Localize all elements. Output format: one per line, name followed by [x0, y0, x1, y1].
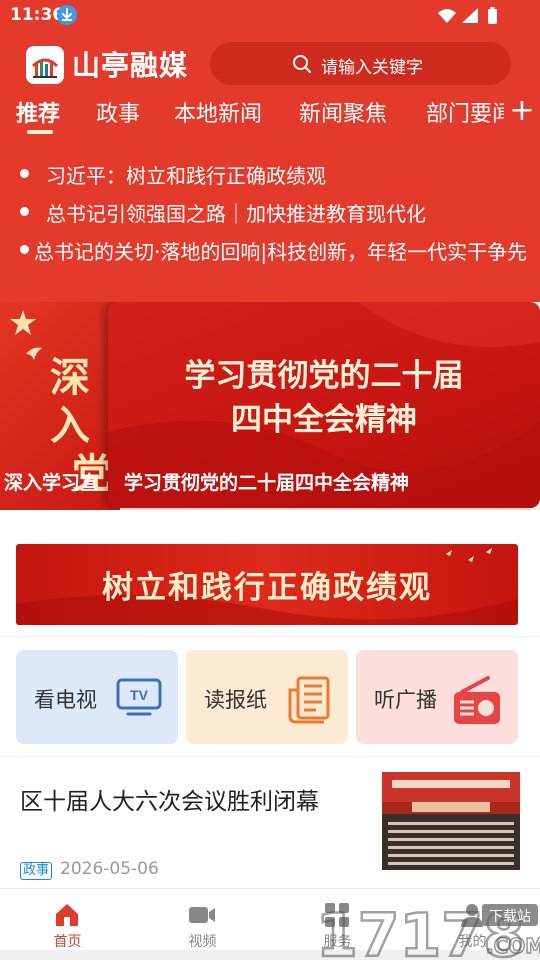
home-icon: [53, 901, 81, 933]
dove-icon: [26, 347, 42, 360]
status-bar: 11:36: [0, 0, 540, 32]
slide-title-line-2: 四中全会精神: [231, 402, 417, 438]
slide-title-line-1: 学习贯彻党的二十届: [184, 358, 464, 394]
card-label: 读报纸: [204, 688, 267, 712]
headline-text: 总书记的关切·落地的回响|科技创新，年轻一代实干争先: [34, 240, 528, 264]
video-icon: [188, 901, 216, 933]
divider: [0, 756, 540, 757]
svg-text:TV: TV: [130, 687, 149, 703]
system-icons: [436, 6, 506, 30]
listen-radio-card[interactable]: 听广播: [356, 650, 518, 744]
promo-banner[interactable]: 树立和践行正确政绩观: [16, 544, 518, 625]
channel-tabs: 推荐 政事 本地新闻 新闻聚焦 部门要闻: [0, 92, 540, 138]
add-channel-button[interactable]: +: [504, 92, 540, 132]
nav-home[interactable]: 首页: [0, 889, 135, 951]
news-thumbnail[interactable]: [382, 772, 520, 870]
search-placeholder: 请输入关键字: [321, 58, 423, 78]
tv-icon: TV: [116, 676, 162, 722]
radio-icon: [452, 676, 502, 730]
news-date: 2026-05-06: [60, 859, 159, 879]
card-label: 听广播: [374, 688, 437, 712]
main-content: 树立和践行正确政绩观 看电视 TV 读报纸 听广播 区十届人大六次会议胜利闭幕: [0, 510, 540, 888]
download-icon: [57, 5, 77, 25]
svg-text:下载站: 下载站: [489, 909, 531, 925]
tab-recommend[interactable]: 推荐: [16, 96, 60, 128]
headline-item[interactable]: 总书记引领强国之路｜加快推进教育现代化: [0, 194, 540, 230]
star-icon: [10, 310, 36, 335]
active-tab-indicator: [27, 130, 53, 134]
signal-icon: [462, 8, 478, 23]
wifi-icon: [438, 9, 456, 23]
carousel-slide-previous[interactable]: 深入 党 深入学习宣: [0, 302, 120, 510]
nav-label: 视频: [188, 934, 217, 950]
newspaper-icon: [286, 676, 332, 728]
divider: [0, 636, 540, 637]
status-time: 11:36: [10, 5, 65, 25]
svg-text:.COM: .COM: [486, 934, 540, 958]
search-bar[interactable]: 请输入关键字: [210, 42, 511, 85]
tab-politics[interactable]: 政事: [96, 96, 140, 128]
headline-item[interactable]: 总书记的关切·落地的回响|科技创新，年轻一代实干争先: [0, 232, 540, 268]
bullet-icon: [20, 207, 29, 216]
headline-item[interactable]: 习近平：树立和践行正确政绩观: [0, 156, 540, 192]
headline-text: 习近平：树立和践行正确政绩观: [46, 164, 326, 188]
tab-local-news[interactable]: 本地新闻: [174, 96, 262, 128]
app-title: 山亭融媒: [72, 49, 189, 82]
news-title[interactable]: 区十届人大六次会议胜利闭幕: [20, 782, 319, 816]
battery-icon: [488, 7, 497, 24]
app-logo: [26, 46, 64, 84]
category-badge: 政事: [20, 862, 53, 880]
site-watermark: 17178 下载站 .COM: [315, 898, 540, 960]
search-icon: [292, 54, 312, 78]
read-newspaper-card[interactable]: 读报纸: [186, 650, 348, 744]
watch-tv-card[interactable]: 看电视 TV: [16, 650, 178, 744]
nav-label: 首页: [53, 934, 82, 950]
carousel-slide-current[interactable]: 学习贯彻党的二十届 四中全会精神 学习贯彻党的二十届四中全会精神: [108, 302, 540, 508]
card-label: 看电视: [34, 688, 97, 712]
banner-carousel[interactable]: 深入 党 深入学习宣 学习贯彻党的二十届 四中全会精神 学习贯彻党的二十届四中全…: [0, 302, 540, 510]
promo-banner-text: 树立和践行正确政绩观: [102, 570, 432, 606]
nav-video[interactable]: 视频: [135, 889, 270, 951]
bullet-icon: [20, 169, 29, 178]
slide-caption: 深入学习宣: [4, 472, 100, 494]
tab-news-focus[interactable]: 新闻聚焦: [299, 96, 387, 128]
bullet-icon: [20, 245, 29, 254]
slide-caption: 学习贯彻党的二十届四中全会精神: [124, 472, 410, 494]
tab-department-news[interactable]: 部门要闻: [426, 96, 514, 128]
headline-text: 总书记引领强国之路｜加快推进教育现代化: [46, 202, 426, 226]
